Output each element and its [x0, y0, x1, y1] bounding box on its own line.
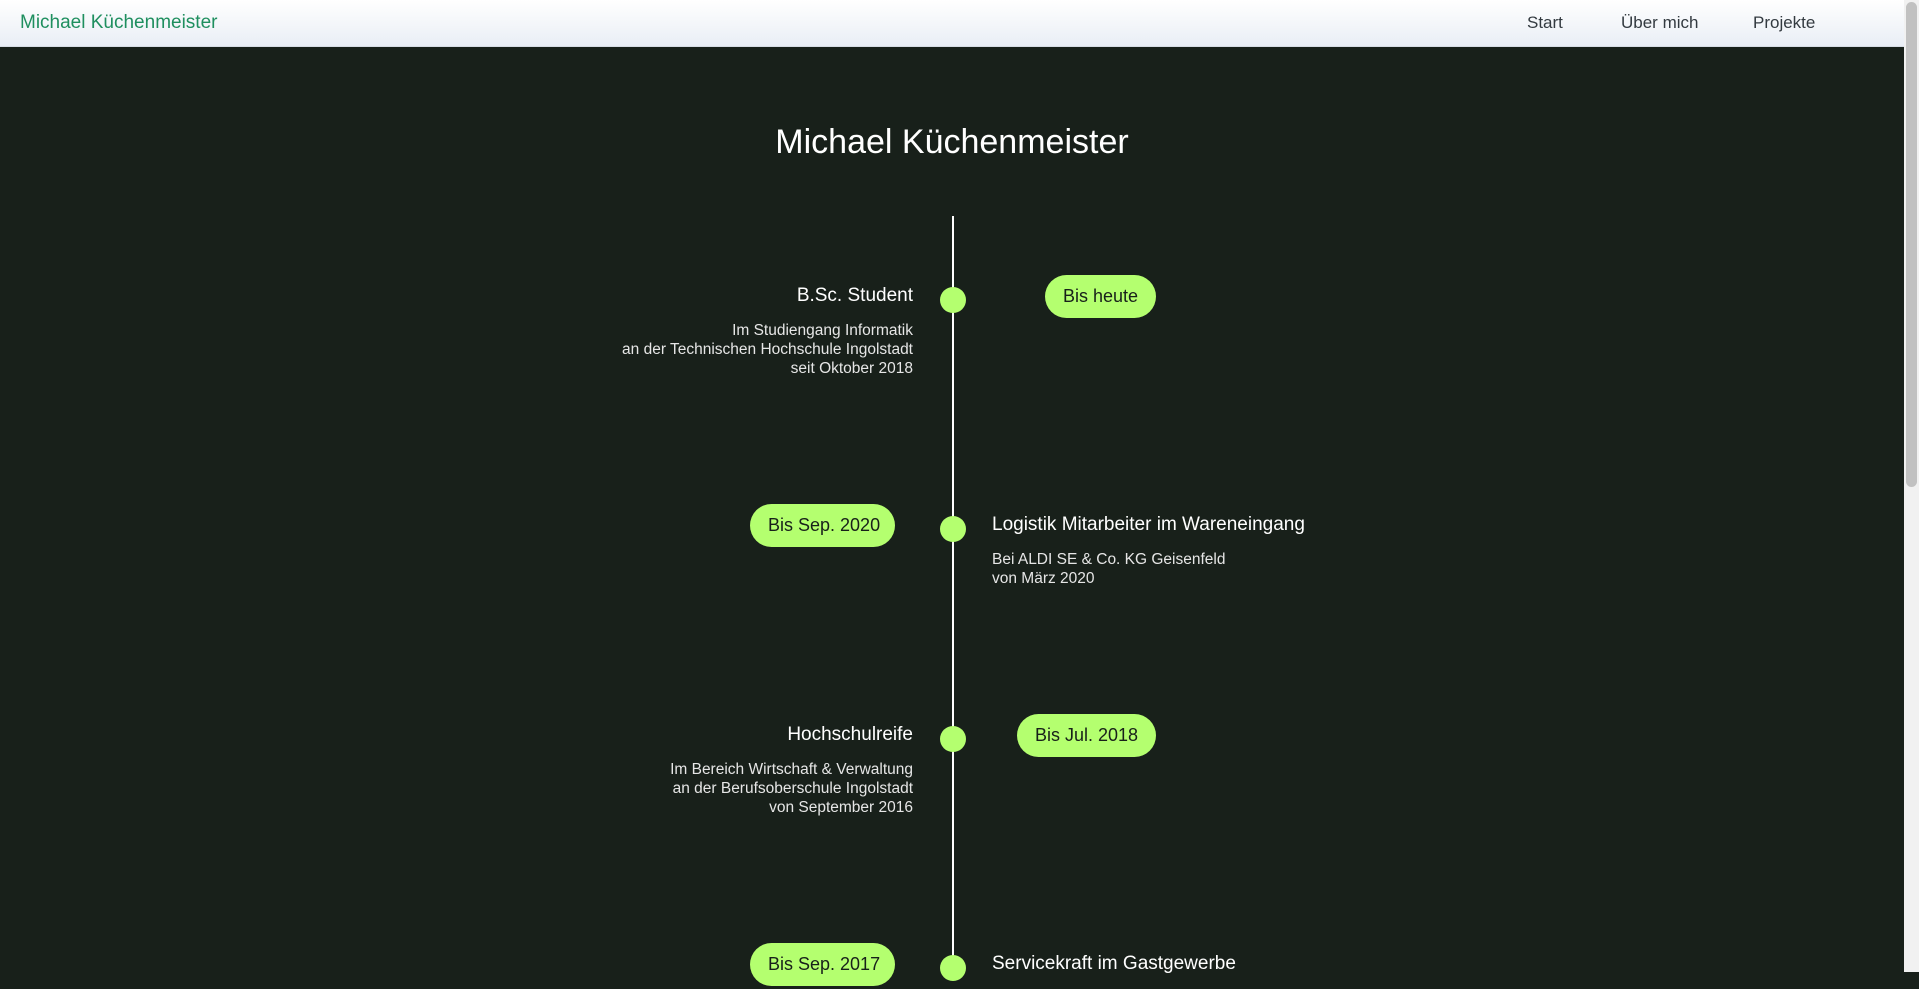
entry-title: B.Sc. Student: [796, 285, 913, 306]
entry-desc-line: Im Bereich Wirtschaft & Verwaltung: [670, 761, 913, 778]
timeline-entry-hochschulreife: Hochschulreife Im Bereich Wirtschaft & V…: [670, 724, 913, 817]
entry-description: Im Studiengang Informatik an der Technis…: [622, 321, 913, 378]
date-badge: Bis Jul. 2018: [1017, 714, 1156, 757]
entry-desc-line: von September 2016: [769, 799, 913, 816]
entry-desc-line: Bei ALDI SE & Co. KG Geisenfeld: [992, 551, 1226, 568]
entry-description: Bei ALDI SE & Co. KG Geisenfeld von März…: [992, 550, 1305, 588]
entry-title: Hochschulreife: [787, 724, 913, 745]
timeline-dot: [940, 287, 966, 313]
timeline-dot: [940, 516, 966, 542]
entry-title: Logistik Mitarbeiter im Wareneingang: [992, 514, 1305, 535]
scrollbar-thumb[interactable]: [1906, 2, 1917, 487]
nav-link-ueber-mich[interactable]: Über mich: [1621, 13, 1698, 33]
timeline-entry-bsc: B.Sc. Student Im Studiengang Informatik …: [622, 285, 913, 378]
date-badge: Bis Sep. 2017: [750, 943, 895, 986]
timeline-dot: [940, 726, 966, 752]
entry-desc-line: an der Technischen Hochschule Ingolstadt: [622, 341, 913, 358]
top-navbar: Michael Küchenmeister Start Über mich Pr…: [0, 0, 1904, 47]
timeline-entry-logistik: Logistik Mitarbeiter im Wareneingang Bei…: [992, 514, 1305, 588]
page-scrollbar[interactable]: [1904, 0, 1919, 972]
nav-link-projekte[interactable]: Projekte: [1753, 13, 1815, 33]
entry-description: Im Bereich Wirtschaft & Verwaltung an de…: [670, 760, 913, 817]
page-title: Michael Küchenmeister: [775, 123, 1129, 161]
entry-desc-line: Im Studiengang Informatik: [732, 322, 913, 339]
date-badge: Bis heute: [1045, 275, 1156, 318]
timeline-entry-servicekraft: Servicekraft im Gastgewerbe: [992, 953, 1236, 989]
nav-link-start[interactable]: Start: [1527, 13, 1563, 33]
timeline-dot: [940, 955, 966, 981]
entry-desc-line: von März 2020: [992, 570, 1095, 587]
timeline-line: [952, 216, 954, 976]
entry-desc-line: an der Berufsoberschule Ingolstadt: [672, 780, 913, 797]
date-badge: Bis Sep. 2020: [750, 504, 895, 547]
entry-desc-line: seit Oktober 2018: [790, 360, 913, 377]
brand-link[interactable]: Michael Küchenmeister: [20, 12, 217, 34]
